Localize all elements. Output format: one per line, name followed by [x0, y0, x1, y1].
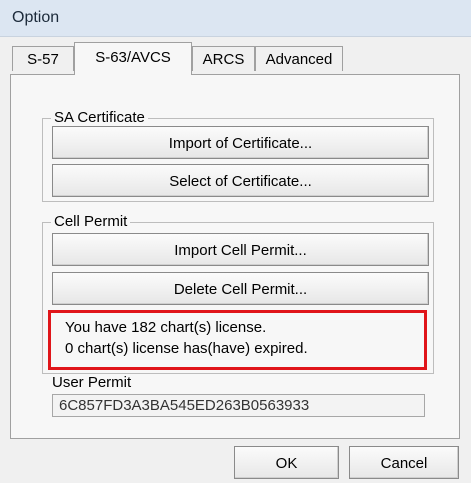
license-count-text: You have 182 chart(s) license. — [65, 319, 267, 336]
tab-advanced[interactable]: Advanced — [255, 46, 343, 71]
cancel-button[interactable]: Cancel — [349, 446, 459, 479]
tab-arcs[interactable]: ARCS — [192, 46, 255, 71]
user-permit-field[interactable]: 6C857FD3A3BA545ED263B0563933 — [52, 394, 425, 417]
sa-certificate-label: SA Certificate — [51, 109, 148, 126]
user-permit-label: User Permit — [52, 374, 132, 391]
window-title: Option — [12, 9, 60, 26]
title-bar: Option — [0, 0, 471, 37]
license-info-box: You have 182 chart(s) license. 0 chart(s… — [48, 310, 427, 370]
import-cell-permit-button[interactable]: Import Cell Permit... — [52, 233, 429, 266]
license-expired-text: 0 chart(s) license has(have) expired. — [65, 340, 308, 357]
tab-s57[interactable]: S-57 — [12, 46, 74, 71]
delete-cell-permit-button[interactable]: Delete Cell Permit... — [52, 272, 429, 305]
cell-permit-label: Cell Permit — [51, 213, 131, 230]
import-certificate-button[interactable]: Import of Certificate... — [52, 126, 429, 159]
tab-s63-avcs[interactable]: S-63/AVCS — [74, 42, 192, 75]
ok-button[interactable]: OK — [234, 446, 339, 479]
select-certificate-button[interactable]: Select of Certificate... — [52, 164, 429, 197]
